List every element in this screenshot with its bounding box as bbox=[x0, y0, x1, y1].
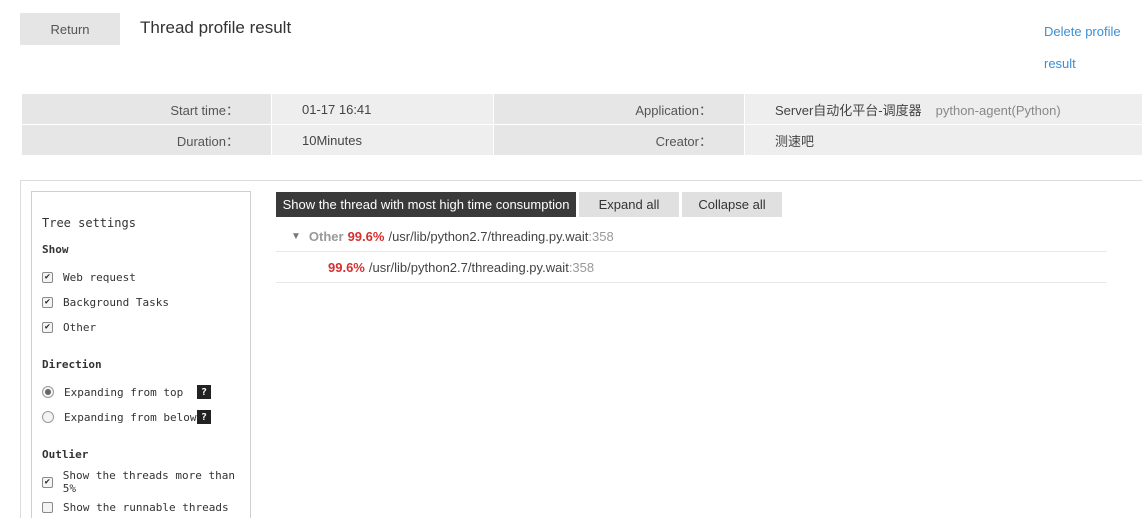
background-tasks-label: Background Tasks bbox=[63, 295, 169, 309]
start-time-value: 01-17 16:41 bbox=[271, 93, 494, 125]
show-background-tasks-option[interactable]: ✔ Background Tasks bbox=[42, 295, 169, 309]
background-tasks-checkbox[interactable]: ✔ bbox=[42, 296, 53, 308]
info-row-start: Start time： 01-17 16:41 Application： Ser… bbox=[21, 93, 1142, 125]
tree-node-child[interactable]: 99.6% /usr/lib/python2.7/threading.py.wa… bbox=[276, 252, 1107, 283]
tree-node-other[interactable]: ▼ Other 99.6% /usr/lib/python2.7/threadi… bbox=[276, 221, 1107, 252]
web-request-label: Web request bbox=[63, 270, 136, 284]
expand-from-below-option[interactable]: Expanding from below ? bbox=[42, 410, 242, 424]
node-percent: 99.6% bbox=[328, 259, 365, 275]
agent-name: python-agent(Python) bbox=[935, 102, 1061, 118]
help-icon[interactable]: ? bbox=[197, 385, 211, 399]
node-category: Other bbox=[308, 228, 344, 244]
node-percent: 99.6% bbox=[347, 228, 385, 244]
node-path: /usr/lib/python2.7/threading.py.wait bbox=[388, 228, 589, 244]
runnable-threads-label: Show the runnable threads bbox=[63, 500, 229, 514]
collapse-all-button[interactable]: Collapse all bbox=[682, 192, 782, 217]
info-row-duration: Duration： 10Minutes Creator： 测速吧 bbox=[21, 124, 1142, 156]
return-button[interactable]: Return bbox=[20, 13, 120, 45]
duration-label: Duration： bbox=[21, 124, 272, 156]
show-web-request-option[interactable]: ✔ Web request bbox=[42, 270, 136, 284]
expand-from-top-option[interactable]: Expanding from top ? bbox=[42, 385, 242, 399]
application-label: Application： bbox=[493, 93, 745, 125]
creator-label: Creator： bbox=[493, 124, 745, 156]
help-icon[interactable]: ? bbox=[197, 410, 211, 424]
threads-more-than-5-checkbox[interactable]: ✔ bbox=[42, 476, 53, 488]
web-request-checkbox[interactable]: ✔ bbox=[42, 271, 53, 283]
expand-all-button[interactable]: Expand all bbox=[579, 192, 679, 217]
show-other-option[interactable]: ✔ Other bbox=[42, 320, 96, 334]
other-checkbox[interactable]: ✔ bbox=[42, 321, 53, 333]
direction-heading: Direction bbox=[42, 358, 102, 371]
application-name: Server自动化平台-调度器 bbox=[775, 102, 922, 118]
threads-more-than-5-label: Show the threads more than 5% bbox=[62, 469, 235, 495]
creator-value: 测速吧 bbox=[744, 124, 1142, 156]
node-line: :358 bbox=[588, 228, 614, 244]
runnable-threads-checkbox[interactable] bbox=[42, 501, 53, 513]
expand-from-below-label: Expanding from below bbox=[64, 410, 197, 424]
runnable-threads-option[interactable]: Show the runnable threads bbox=[42, 500, 229, 514]
thread-profile-page: Return Thread profile result Delete prof… bbox=[0, 0, 1142, 518]
threads-more-than-5-option[interactable]: ✔ Show the threads more than 5% bbox=[42, 469, 250, 495]
tree-settings-panel: Tree settings Show ✔ Web request ✔ Backg… bbox=[31, 191, 251, 518]
other-label: Other bbox=[63, 320, 97, 334]
expand-from-top-label: Expanding from top bbox=[64, 385, 184, 399]
expand-triangle-icon[interactable]: ▼ bbox=[291, 231, 301, 242]
page-title: Thread profile result bbox=[140, 18, 292, 37]
thread-tree: ▼ Other 99.6% /usr/lib/python2.7/threadi… bbox=[276, 221, 1107, 283]
tree-settings-title: Tree settings bbox=[42, 216, 136, 230]
application-value: Server自动化平台-调度器 python-agent(Python) bbox=[744, 93, 1142, 125]
outlier-heading: Outlier bbox=[42, 448, 89, 461]
profile-info-table: Start time： 01-17 16:41 Application： Ser… bbox=[21, 93, 1142, 156]
most-time-thread-button[interactable]: Show the thread with most high time cons… bbox=[276, 192, 576, 217]
start-time-label: Start time： bbox=[21, 93, 272, 125]
show-heading: Show bbox=[42, 243, 69, 256]
node-line: :358 bbox=[568, 259, 595, 275]
duration-value: 10Minutes bbox=[271, 124, 494, 156]
node-path: /usr/lib/python2.7/threading.py.wait bbox=[368, 259, 569, 275]
delete-profile-result-link[interactable]: Delete profile result bbox=[1044, 16, 1136, 80]
expand-from-below-radio[interactable] bbox=[42, 411, 54, 423]
expand-from-top-radio[interactable] bbox=[42, 386, 54, 398]
